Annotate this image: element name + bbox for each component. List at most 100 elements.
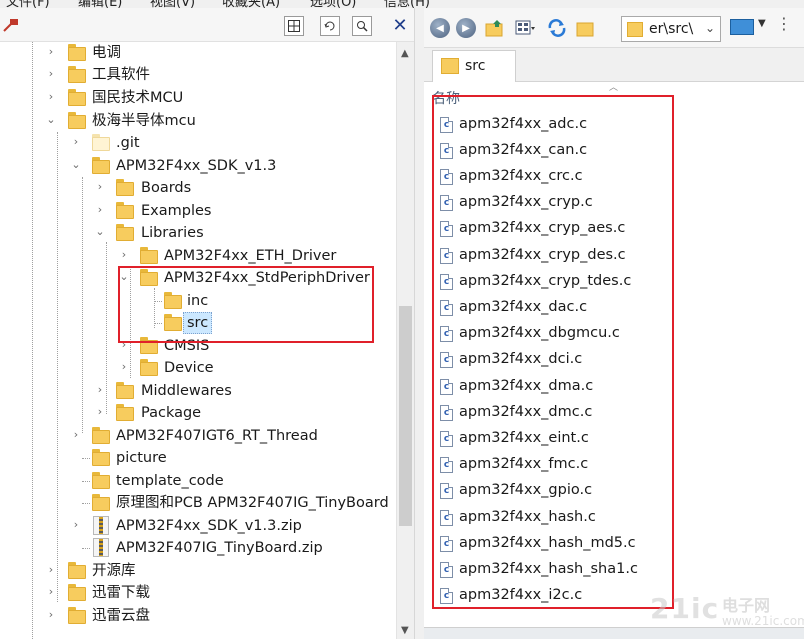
view-mode-icon[interactable] (514, 18, 536, 38)
menu-favorites[interactable]: 收藏夹(A) (222, 0, 280, 8)
column-header-name[interactable]: 名称 (432, 88, 460, 108)
chevron-right-icon[interactable]: › (45, 45, 57, 59)
tree-item-selected[interactable]: src (0, 312, 396, 334)
find-in-tree-icon[interactable] (352, 16, 372, 36)
tree-item[interactable]: inc (0, 290, 396, 312)
scroll-down-icon[interactable]: ▼ (401, 625, 409, 636)
back-button[interactable]: ◀ (430, 18, 450, 38)
menu-view[interactable]: 视图(V) (150, 0, 195, 8)
tree-item[interactable]: › APM32F4xx_ETH_Driver (0, 245, 396, 267)
chevron-right-icon[interactable]: › (94, 383, 106, 397)
scroll-up-icon[interactable]: ▲ (401, 48, 409, 59)
chevron-right-icon[interactable]: › (118, 338, 130, 352)
tree-item[interactable]: › APM32F4xx_SDK_v1.3.zip (0, 515, 396, 537)
chevron-right-icon[interactable]: › (94, 203, 106, 217)
tree-item[interactable]: › 国民技术MCU (0, 87, 396, 109)
tree-item[interactable]: › Device (0, 357, 396, 379)
tree-view-icon[interactable] (284, 16, 304, 36)
tree-item[interactable]: › Boards (0, 177, 396, 199)
file-item[interactable]: c apm32f4xx_cryp_aes.c (440, 218, 780, 242)
file-item[interactable]: c apm32f4xx_crc.c (440, 166, 780, 190)
tree-item[interactable]: › Package (0, 402, 396, 424)
file-item[interactable]: c apm32f4xx_fmc.c (440, 454, 780, 478)
chevron-right-icon[interactable]: › (70, 428, 82, 442)
chevron-down-icon[interactable]: ⌄ (70, 158, 82, 172)
file-item[interactable]: c apm32f4xx_dac.c (440, 297, 780, 321)
c-source-file-icon: c (440, 274, 453, 290)
chevron-right-icon[interactable]: › (94, 405, 106, 419)
chevron-down-icon[interactable]: ⌄ (94, 225, 106, 239)
tree-item[interactable]: › Middlewares (0, 380, 396, 402)
chevron-right-icon[interactable]: › (94, 180, 106, 194)
chevron-right-icon[interactable]: › (70, 518, 82, 532)
folder-history-icon[interactable] (574, 18, 596, 38)
chevron-right-icon[interactable]: › (45, 563, 57, 577)
refresh-icon[interactable] (546, 18, 568, 38)
tree-item[interactable]: › CMSIS (0, 335, 396, 357)
file-item[interactable]: c apm32f4xx_adc.c (440, 114, 780, 138)
file-item[interactable]: c apm32f4xx_dci.c (440, 349, 780, 373)
scrollbar-thumb[interactable] (399, 306, 412, 526)
tree-item[interactable]: ⌄ Libraries (0, 222, 396, 244)
tree-scrollbar[interactable]: ▲ ▼ (396, 42, 414, 639)
sync-tree-icon[interactable] (320, 16, 340, 36)
chevron-down-icon[interactable]: ⌄ (45, 113, 57, 127)
tree-item[interactable]: 原理图和PCB APM32F407IG_TinyBoard (0, 492, 396, 514)
file-item[interactable]: c apm32f4xx_eint.c (440, 428, 780, 452)
tree-item[interactable]: ⌄ 极海半导体mcu (0, 110, 396, 132)
chevron-right-icon[interactable]: › (45, 67, 57, 81)
tree-item[interactable]: › APM32F407IGT6_RT_Thread (0, 425, 396, 447)
watermark-logo: 21ic 电子网 www.21ic.com (650, 590, 804, 636)
file-item[interactable]: c apm32f4xx_cryp_des.c (440, 245, 780, 269)
more-icon[interactable]: ⋮ (776, 14, 792, 33)
file-item[interactable]: c apm32f4xx_cryp_tdes.c (440, 271, 780, 295)
file-item[interactable]: c apm32f4xx_hash.c (440, 507, 780, 531)
tree-item[interactable]: › 开源库 (0, 560, 396, 582)
dropdown-arrow-icon[interactable]: ▼ (758, 18, 766, 29)
chevron-right-icon[interactable]: › (45, 90, 57, 104)
file-item[interactable]: c apm32f4xx_dma.c (440, 376, 780, 400)
tree-item[interactable]: › Examples (0, 200, 396, 222)
tree-item[interactable]: picture (0, 447, 396, 469)
file-item[interactable]: c apm32f4xx_dmc.c (440, 402, 780, 426)
chevron-right-icon[interactable]: › (118, 248, 130, 262)
file-name: apm32f4xx_cryp_aes.c (459, 220, 626, 236)
menu-edit[interactable]: 编辑(E) (78, 0, 122, 8)
file-item[interactable]: c apm32f4xx_hash_md5.c (440, 533, 780, 557)
chevron-right-icon[interactable]: › (45, 608, 57, 622)
chevron-right-icon[interactable]: › (70, 135, 82, 149)
tree-item[interactable]: template_code (0, 470, 396, 492)
address-bar[interactable]: er\src\ ⌄ (621, 16, 721, 42)
forward-button[interactable]: ▶ (456, 18, 476, 38)
menu-file[interactable]: 文件(F) (6, 0, 50, 8)
pin-icon[interactable] (3, 18, 19, 32)
chevron-right-icon[interactable]: › (45, 585, 57, 599)
file-item[interactable]: c apm32f4xx_can.c (440, 140, 780, 164)
chevron-right-icon[interactable]: › (118, 360, 130, 374)
file-item[interactable]: c apm32f4xx_hash_sha1.c (440, 559, 780, 583)
chevron-down-icon[interactable]: ⌄ (705, 21, 715, 35)
tree-item-label: inc (187, 293, 209, 309)
close-tree-button[interactable]: ✕ (390, 14, 410, 36)
tree-item[interactable]: ⌄ APM32F4xx_SDK_v1.3 (0, 155, 396, 177)
tab-src[interactable]: src (432, 50, 516, 82)
tree-item[interactable]: › .git (0, 132, 396, 154)
tree-item[interactable]: › 迅雷下载 (0, 582, 396, 604)
file-item[interactable]: c apm32f4xx_gpio.c (440, 480, 780, 504)
tree-item[interactable]: › 电调 (0, 42, 396, 64)
file-name: apm32f4xx_gpio.c (459, 482, 593, 498)
tree-item-label: 原理图和PCB APM32F407IG_TinyBoard (116, 495, 389, 511)
file-item[interactable]: c apm32f4xx_dbgmcu.c (440, 323, 780, 347)
tree-item[interactable]: ⌄ APM32F4xx_StdPeriphDriver (0, 267, 396, 289)
menu-info[interactable]: 信息(H) (384, 0, 430, 8)
tree-item[interactable]: › 工具软件 (0, 64, 396, 86)
menu-options[interactable]: 选项(O) (310, 0, 356, 8)
pane-splitter[interactable] (414, 8, 424, 639)
file-item[interactable]: c apm32f4xx_cryp.c (440, 192, 780, 216)
tree-item[interactable]: › 迅雷云盘 (0, 605, 396, 627)
chevron-down-icon[interactable]: ⌄ (118, 270, 130, 284)
tree-item[interactable]: APM32F407IG_TinyBoard.zip (0, 537, 396, 559)
monitor-icon[interactable] (730, 19, 754, 35)
up-folder-icon[interactable] (484, 18, 506, 38)
tree-item-label: .git (116, 135, 140, 151)
